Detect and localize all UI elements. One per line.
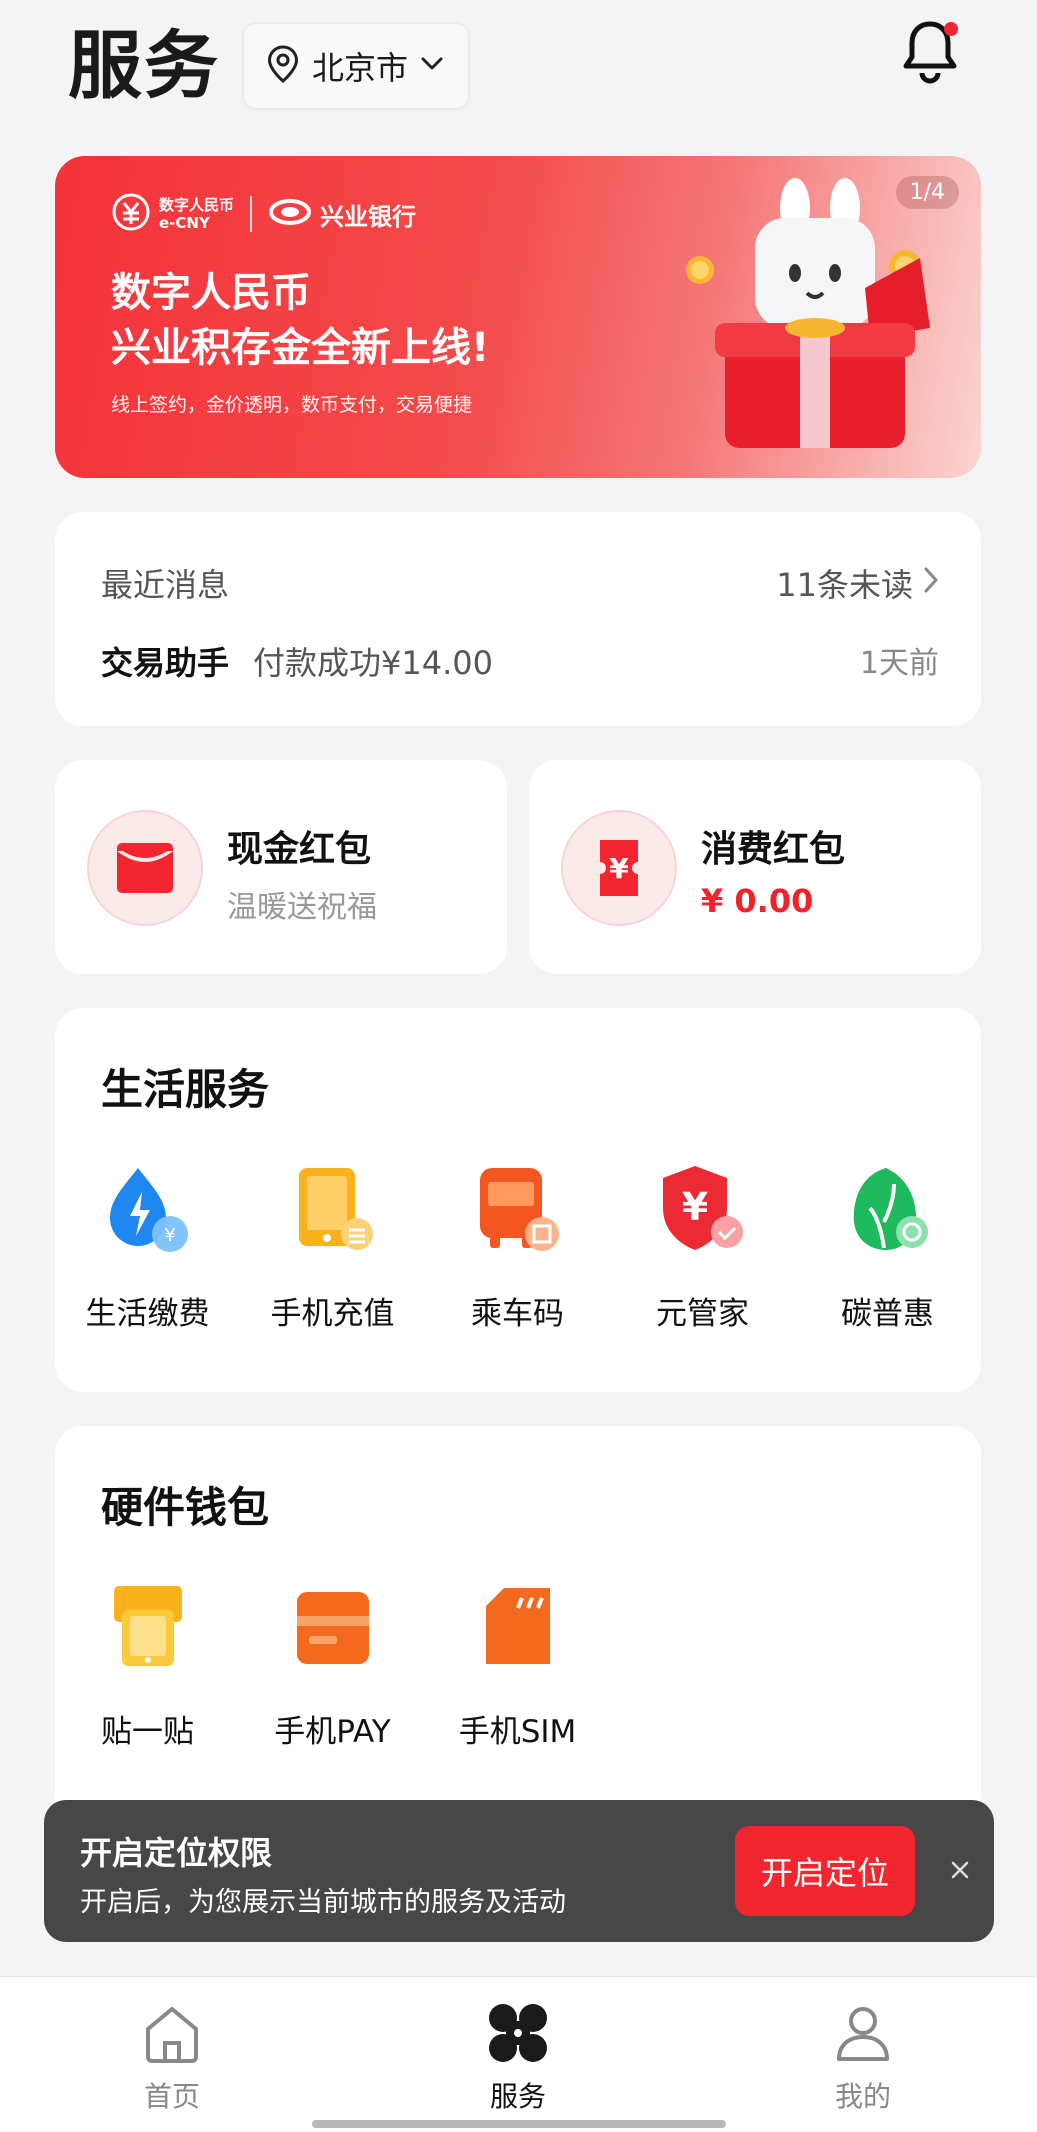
location-pin-icon: [266, 45, 300, 87]
life-services-title: 生活服务: [101, 1065, 270, 1114]
bottom-tab-bar: 首页 服务 我的: [0, 1976, 1037, 2132]
page-title: 服务: [68, 23, 220, 109]
yuan-shield-icon: ¥: [655, 1162, 751, 1258]
city-selector[interactable]: 北京市: [242, 22, 470, 110]
wallet-label: 手机PAY: [274, 1714, 391, 1750]
bank-logo-icon: [268, 197, 312, 231]
location-permission-toast: 开启定位权限 开启后，为您展示当前城市的服务及活动 开启定位: [44, 1800, 994, 1942]
home-icon: [140, 2001, 204, 2069]
svg-text:¥: ¥: [164, 1225, 175, 1246]
carbon-leaf-icon: [840, 1162, 936, 1258]
service-label: 乘车码: [471, 1296, 564, 1332]
unread-messages-link[interactable]: 11条未读: [776, 560, 939, 606]
coupon-yuan-icon: ¥: [561, 810, 677, 926]
promo-banner[interactable]: 数字人民币 e-CNY 兴业银行 数字人民币 兴业积存金全新上线! 线上签约，金价…: [55, 156, 981, 478]
consumption-red-packet-title: 消费红包: [701, 829, 846, 870]
banner-logos: 数字人民币 e-CNY 兴业银行: [111, 192, 416, 236]
tab-home[interactable]: 首页: [92, 2001, 252, 2115]
service-phone-recharge[interactable]: 手机充值: [240, 1162, 425, 1333]
toast-title: 开启定位权限: [80, 1834, 273, 1872]
recent-messages-card[interactable]: 最近消息 11条未读 交易助手 付款成功¥14.00 1天前: [55, 512, 981, 726]
service-carbon-benefit[interactable]: 碳普惠: [795, 1162, 980, 1333]
tap-pay-icon: [100, 1580, 196, 1676]
ecny-logo-text: 数字人民币 e-CNY: [159, 196, 235, 232]
hardware-wallet-title: 硬件钱包: [101, 1483, 270, 1532]
profile-icon: [831, 2001, 895, 2069]
cash-red-packet-card[interactable]: 现金红包 温暖送祝福: [55, 760, 507, 974]
service-label: 元管家: [656, 1296, 749, 1332]
consumption-red-packet-card[interactable]: ¥ 消费红包 ¥ 0.00: [529, 760, 981, 974]
tab-label: 服务: [489, 2080, 546, 2113]
life-services-grid: ¥ 生活缴费 手机充值 乘车码 ¥ 元管家 碳普惠: [55, 1162, 981, 1333]
wallet-phone-sim[interactable]: 手机SIM: [425, 1580, 610, 1751]
service-utility-payment[interactable]: ¥ 生活缴费: [55, 1162, 240, 1333]
message-sender: 交易助手: [101, 644, 230, 682]
life-services-section: 生活服务 ¥ 生活缴费 手机充值 乘车码 ¥ 元管家 碳普惠: [55, 1008, 981, 1392]
consumption-red-packet-amount: ¥ 0.00: [701, 882, 814, 920]
close-icon[interactable]: [940, 1850, 980, 1890]
header: 服务 北京市: [0, 0, 1037, 140]
service-label: 手机充值: [270, 1296, 395, 1332]
cash-red-packet-subtitle: 温暖送祝福: [227, 890, 377, 925]
service-label: 生活缴费: [85, 1296, 210, 1332]
services-grid-icon: [486, 2001, 550, 2069]
utility-payment-icon: ¥: [100, 1162, 196, 1258]
service-bus-code[interactable]: 乘车码: [425, 1162, 610, 1333]
chevron-down-icon: [420, 56, 444, 76]
sim-card-icon: [470, 1580, 566, 1676]
wallet-label: 贴一贴: [101, 1714, 194, 1750]
svg-text:¥: ¥: [681, 1185, 707, 1229]
banner-subtitle: 线上签约，金价透明，数币支付，交易便捷: [111, 394, 473, 416]
service-label: 碳普惠: [841, 1296, 934, 1332]
ecny-logo-icon: [111, 192, 151, 236]
phone-pay-icon: [285, 1580, 381, 1676]
enable-location-button[interactable]: 开启定位: [735, 1826, 915, 1916]
tab-services[interactable]: 服务: [438, 2001, 598, 2115]
home-indicator: [312, 2120, 726, 2128]
tab-label: 首页: [143, 2080, 200, 2113]
message-content: 付款成功¥14.00: [253, 644, 493, 682]
city-name: 北京市: [312, 49, 409, 87]
notification-bell-icon[interactable]: [900, 18, 966, 88]
red-envelope-icon: [87, 810, 203, 926]
svg-text:¥: ¥: [609, 852, 629, 885]
wallet-phone-pay[interactable]: 手机PAY: [240, 1580, 425, 1751]
hardware-wallet-grid: 贴一贴 手机PAY 手机SIM: [55, 1580, 981, 1751]
tab-label: 我的: [834, 2080, 891, 2113]
logo-divider: [250, 196, 253, 232]
hardware-wallet-section: 硬件钱包 贴一贴 手机PAY 手机SIM: [55, 1426, 981, 1826]
phone-recharge-icon: [285, 1162, 381, 1258]
wallet-tap-pay[interactable]: 贴一贴: [55, 1580, 240, 1751]
cash-red-packet-title: 现金红包: [227, 829, 372, 870]
toast-description: 开启后，为您展示当前城市的服务及活动: [80, 1887, 566, 1918]
banner-mascot-illustration: [686, 178, 930, 448]
chevron-right-icon: [923, 564, 939, 602]
tab-profile[interactable]: 我的: [783, 2001, 943, 2115]
message-time: 1天前: [859, 646, 939, 681]
recent-messages-label: 最近消息: [101, 566, 230, 604]
wallet-label: 手机SIM: [458, 1714, 577, 1750]
banner-headline-2: 兴业积存金全新上线!: [111, 325, 490, 371]
service-yuan-manager[interactable]: ¥ 元管家: [610, 1162, 795, 1333]
bank-logo-text: 兴业银行: [320, 202, 417, 231]
banner-headline-1: 数字人民币: [111, 270, 311, 316]
unread-count: 11条未读: [776, 566, 913, 604]
bus-code-icon: [470, 1162, 566, 1258]
notification-badge: [944, 22, 958, 36]
